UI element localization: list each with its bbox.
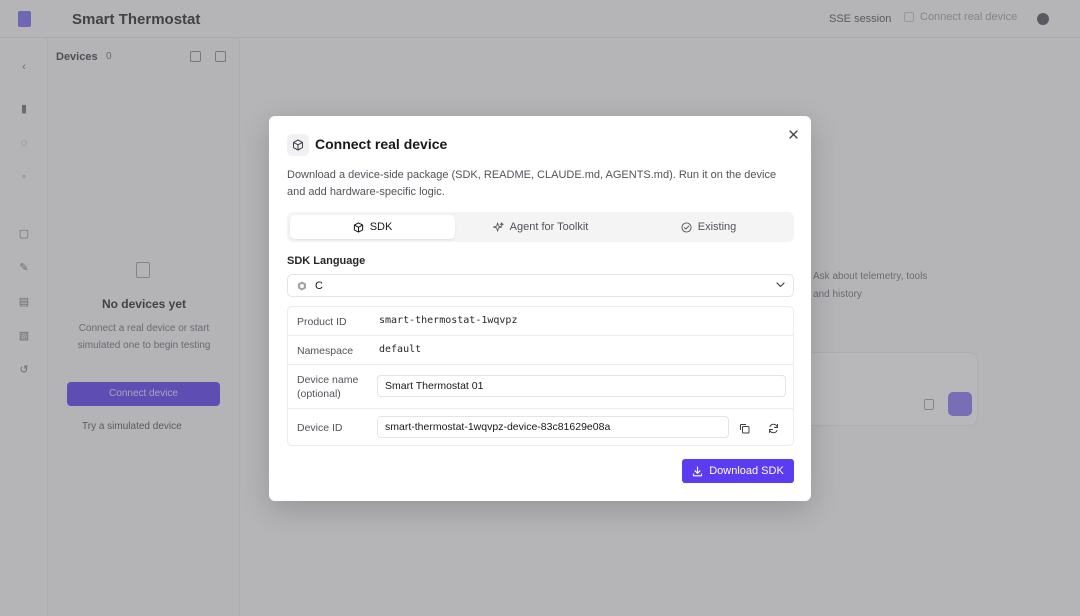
download-sdk-label: Download SDK: [709, 465, 784, 477]
download-icon: [693, 465, 703, 476]
namespace-value: default: [379, 344, 422, 355]
product-id-label: Product ID: [297, 316, 347, 328]
device-name-label: Device name (optional): [297, 374, 359, 400]
close-button[interactable]: [785, 126, 801, 142]
device-name-row: Device name (optional) Smart Thermostat …: [288, 365, 793, 409]
namespace-row: Namespace default: [288, 336, 793, 365]
connect-device-dialog: Connect real device Download a device-si…: [269, 116, 811, 501]
copy-button[interactable]: [736, 420, 752, 436]
package-icon: [287, 134, 309, 156]
close-icon: [788, 129, 798, 139]
chevron-down-icon: [776, 282, 785, 288]
regenerate-button[interactable]: [765, 420, 781, 436]
tab-agent-for-toolkit[interactable]: Agent for Toolkit: [458, 215, 623, 239]
product-id-value: smart-thermostat-1wqvpz: [379, 315, 518, 326]
sparkles-icon: [492, 221, 504, 232]
namespace-label: Namespace: [297, 345, 354, 357]
dialog-title: Connect real device: [315, 136, 448, 152]
refresh-icon: [768, 423, 778, 433]
package-icon: [353, 221, 363, 233]
download-sdk-button[interactable]: Download SDK: [682, 459, 794, 483]
tab-existing[interactable]: Existing: [626, 215, 791, 239]
dialog-description: Download a device-side package (SDK, REA…: [287, 169, 777, 198]
sdk-language-value: C: [315, 280, 323, 292]
product-id-row: Product ID smart-thermostat-1wqvpz: [288, 307, 793, 336]
device-id-row: Device ID smart-thermostat-1wqvpz-device…: [288, 409, 793, 445]
check-circle-icon: [681, 221, 692, 233]
copy-icon: [739, 423, 749, 433]
device-info-table: Product ID smart-thermostat-1wqvpz Names…: [287, 306, 794, 446]
tab-sdk[interactable]: SDK: [290, 215, 455, 239]
tab-existing-label: Existing: [697, 221, 737, 233]
c-language-icon: [298, 281, 306, 291]
tab-bar: SDK Agent for Toolkit Existing: [287, 212, 794, 242]
sdk-language-select[interactable]: C: [287, 274, 794, 297]
tab-agent-for-toolkit-label: Agent for Toolkit: [509, 221, 589, 233]
device-id-input[interactable]: smart-thermostat-1wqvpz-device-83c81629e…: [377, 416, 729, 438]
tab-sdk-label: SDK: [369, 221, 393, 233]
device-name-input[interactable]: Smart Thermostat 01: [377, 375, 786, 397]
sdk-language-label: SDK Language: [287, 255, 366, 267]
device-id-label: Device ID: [297, 422, 343, 434]
